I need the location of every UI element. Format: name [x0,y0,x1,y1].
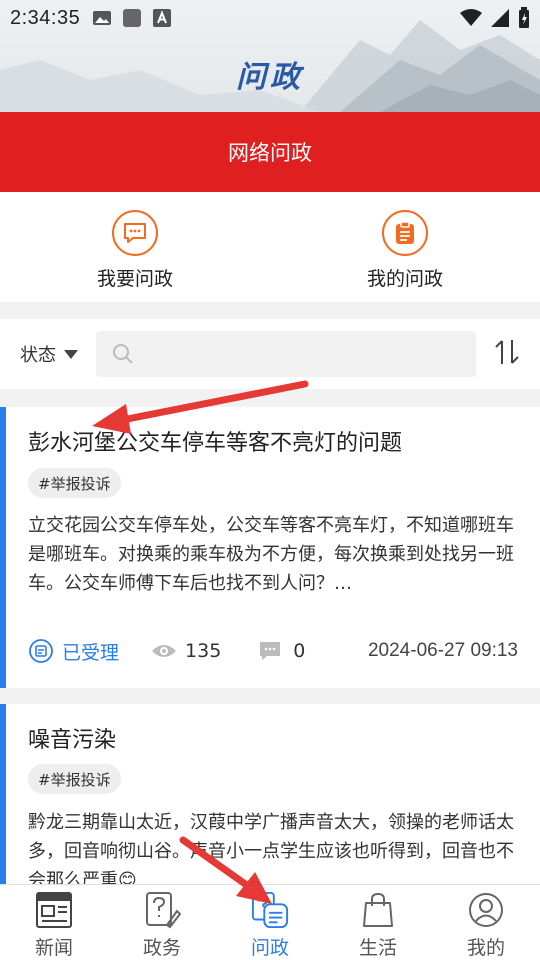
banner-label: 网络问政 [228,141,312,165]
bottom-tab-bar: 新闻 政务 问政 生活 我的 [0,884,540,960]
submit-inquiry-label: 我要问政 [96,268,173,290]
comment-icon [260,642,281,660]
tab-profile[interactable]: 我的 [432,885,540,960]
card-accent-bar [0,704,6,884]
post-description: 黔龙三期靠山太近，汉葭中学广播声音太大，领操的老师话太多，回音响彻山谷。声音小一… [28,812,514,884]
sort-icon [495,340,519,364]
shopping-bag-icon [363,892,393,927]
tab-government-label: 政务 [142,937,181,959]
card-accent-bar [0,407,6,688]
tab-life-label: 生活 [358,937,397,959]
font-a-icon [153,9,172,27]
tab-government[interactable]: 政务 [108,885,216,960]
status-time: 2:34:35 [10,6,81,29]
my-inquiries-label: 我的问政 [366,268,443,290]
post-comments-count: 0 [293,640,306,662]
post-tag[interactable]: #举报投诉 [28,468,121,498]
eye-icon [152,645,177,657]
post-views-count: 135 [185,640,222,662]
inquiry-icon [251,891,289,929]
tab-inquiry-label: 问政 [250,937,289,959]
post-title[interactable]: 噪音污染 [28,722,116,754]
tab-news-label: 新闻 [34,937,73,959]
submit-inquiry-button[interactable]: 我要问政 [0,192,270,302]
section-banner: 网络问政 [0,112,540,192]
status-dropdown[interactable]: 状态 [20,341,78,367]
post-tag[interactable]: #举报投诉 [28,764,121,794]
post-description: 立交花园公交车停车处，公交车等客不亮车灯，不知道哪班车是哪班车。对换乘的乘车极为… [28,515,514,594]
post-status: 已受理 [28,638,119,665]
clipboard-icon [382,210,428,256]
accepted-stamp-icon [29,639,53,663]
filter-bar: 状态 [0,319,540,389]
action-row: 我要问政 我的问政 [0,192,540,302]
post-date: 2024-06-27 09:13 [367,640,518,661]
profile-icon [469,893,503,927]
tab-profile-label: 我的 [466,937,505,959]
page-title: 问政 [236,60,304,95]
post-card[interactable]: 彭水河堡公交车停车等客不亮灯的问题 #举报投诉 立交花园公交车停车处，公交车等客… [0,407,540,688]
battery-icon [519,7,529,28]
my-inquiries-button[interactable]: 我的问政 [270,192,540,302]
image-icon [93,11,112,25]
search-box[interactable] [96,331,476,377]
post-comments: 0 [259,640,305,662]
tab-life[interactable]: 生活 [324,885,432,960]
tab-news[interactable]: 新闻 [0,885,108,960]
tab-inquiry[interactable]: 问政 [216,885,324,960]
search-input[interactable] [142,345,462,363]
caret-down-icon [64,349,78,359]
post-status-label: 已受理 [62,641,120,664]
sort-button[interactable] [494,338,520,370]
post-card[interactable]: 噪音污染 #举报投诉 黔龙三期靠山太近，汉葭中学广播声音太大，领操的老师话太多，… [0,704,540,884]
post-meta: 已受理 135 0 2024-06-27 09:13 [28,636,518,666]
post-views: 135 [151,640,221,662]
government-icon [146,892,181,929]
search-icon [113,344,133,364]
wifi-icon [460,9,482,26]
status-bar: 2:34:35 [0,0,540,36]
post-title[interactable]: 彭水河堡公交车停车等客不亮灯的问题 [28,425,402,457]
header: 2:34:35 问政 [0,0,540,112]
chat-icon [112,210,158,256]
news-icon [36,892,72,928]
app-square-icon [123,9,142,27]
signal-icon [491,9,509,27]
status-dropdown-label: 状态 [20,345,56,366]
